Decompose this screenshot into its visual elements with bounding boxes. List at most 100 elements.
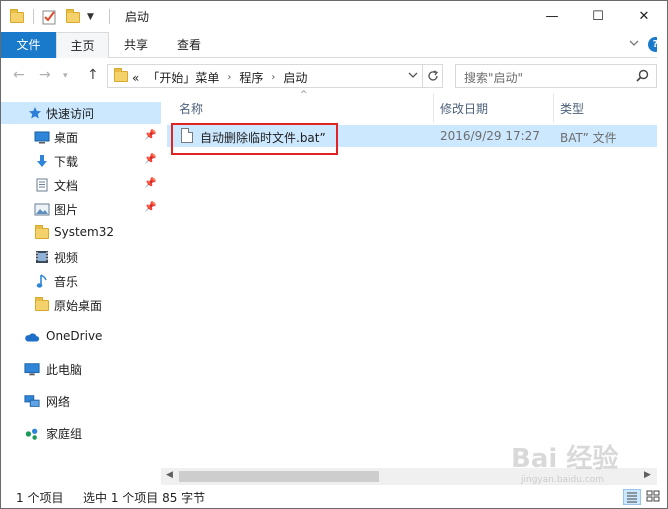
cloud-icon — [24, 330, 40, 344]
desktop-icon — [34, 130, 50, 144]
back-arrow-icon[interactable]: ← — [13, 67, 25, 83]
recent-locations-icon[interactable]: ▾ — [63, 71, 68, 81]
column-header-name[interactable]: 名称 — [179, 100, 203, 117]
new-folder-icon[interactable] — [66, 8, 80, 26]
video-icon — [34, 250, 50, 264]
search-input[interactable]: 搜索"启动" — [455, 64, 657, 88]
nav-item-downloads[interactable]: 下载 📌 — [1, 150, 161, 172]
nav-label: 家庭组 — [46, 427, 83, 441]
picture-icon — [34, 202, 50, 216]
status-bar: 1 个项目 选中 1 个项目 85 字节 — [1, 486, 667, 508]
pin-icon[interactable]: 📌 — [144, 202, 156, 213]
nav-label: 快速访问 — [46, 107, 95, 121]
column-divider[interactable] — [433, 94, 434, 122]
network-icon — [24, 394, 40, 408]
nav-item-this-pc[interactable]: 此电脑 — [1, 358, 161, 380]
folder-icon — [34, 296, 50, 312]
chevron-down-icon[interactable] — [629, 38, 639, 51]
nav-label: 下载 — [54, 155, 79, 169]
column-header-type[interactable]: 类型 — [560, 100, 584, 117]
nav-label: 音乐 — [54, 275, 79, 289]
computer-icon — [24, 362, 40, 376]
nav-label: 此电脑 — [46, 363, 83, 377]
file-modified: 2016/9/29 17:27 — [440, 129, 540, 143]
explorer-window: ▼ 启动 — ☐ ✕ 文件 主页 共享 查看 ? ← → ▾ ↑ « 「开始」菜… — [0, 0, 668, 509]
pin-icon[interactable]: 📌 — [144, 178, 156, 189]
close-button[interactable]: ✕ — [621, 1, 667, 31]
star-icon — [27, 106, 43, 120]
highlight-box — [171, 123, 338, 155]
address-bar[interactable]: « 「开始」菜单 › 程序 › 启动 — [107, 64, 423, 88]
vertical-scrollbar[interactable] — [657, 36, 667, 466]
details-view-button[interactable] — [623, 489, 641, 505]
nav-label: 原始桌面 — [54, 299, 103, 313]
sort-ascending-icon: ^ — [300, 90, 308, 100]
folder-icon — [114, 68, 128, 85]
document-icon — [34, 178, 50, 192]
nav-label: 网络 — [46, 395, 71, 409]
nav-item-videos[interactable]: 视频 — [1, 246, 161, 268]
breadcrumb-overflow[interactable]: « — [132, 71, 139, 85]
tab-view[interactable]: 查看 — [163, 32, 215, 58]
download-icon — [34, 154, 50, 168]
chevron-right-icon[interactable]: › — [271, 72, 275, 83]
tab-share[interactable]: 共享 — [111, 32, 161, 58]
column-header-modified[interactable]: 修改日期 — [440, 100, 488, 117]
selection-info: 选中 1 个项目 85 字节 — [83, 491, 206, 505]
maximize-button[interactable]: ☐ — [575, 1, 621, 31]
homegroup-icon — [24, 426, 40, 440]
refresh-button[interactable] — [423, 64, 443, 88]
watermark-url: jingyan.baidu.com — [521, 475, 605, 485]
search-placeholder: 搜索"启动" — [464, 71, 524, 85]
divider — [33, 9, 34, 24]
pin-icon[interactable]: 📌 — [144, 130, 156, 141]
nav-item-documents[interactable]: 文档 📌 — [1, 174, 161, 196]
nav-label: 视频 — [54, 251, 79, 265]
ribbon: 文件 主页 共享 查看 ? — [1, 32, 667, 59]
breadcrumb-programs[interactable]: 程序 — [239, 69, 263, 86]
folder-icon — [10, 8, 24, 26]
scroll-right-icon[interactable]: ▶ — [644, 470, 651, 480]
item-count: 1 个项目 — [16, 491, 64, 505]
tab-home[interactable]: 主页 — [56, 32, 109, 59]
nav-label: 图片 — [54, 203, 79, 217]
search-icon[interactable] — [636, 69, 649, 85]
nav-item-pictures[interactable]: 图片 📌 — [1, 198, 161, 220]
column-divider[interactable] — [553, 94, 554, 122]
nav-label: System32 — [54, 225, 115, 239]
divider — [109, 9, 110, 24]
navigation-bar: ← → ▾ ↑ « 「开始」菜单 › 程序 › 启动 搜索"启动" — [1, 58, 667, 94]
music-icon — [34, 273, 50, 288]
nav-item-system32[interactable]: System32 — [1, 222, 161, 244]
nav-item-onedrive[interactable]: OneDrive — [1, 326, 161, 348]
chevron-down-icon[interactable] — [408, 68, 418, 85]
breadcrumb: « 「开始」菜单 › 程序 › 启动 — [132, 69, 307, 86]
nav-item-desktop[interactable]: 桌面 📌 — [1, 126, 161, 148]
tab-file[interactable]: 文件 — [1, 32, 56, 58]
folder-icon — [34, 224, 50, 240]
nav-quick-access[interactable]: 快速访问 — [1, 102, 161, 124]
properties-icon[interactable] — [41, 8, 57, 26]
breadcrumb-startup[interactable]: 启动 — [283, 69, 307, 86]
pin-icon[interactable]: 📌 — [144, 154, 156, 165]
customize-toolbar-icon[interactable]: ▼ — [87, 8, 94, 26]
nav-label: OneDrive — [46, 329, 103, 343]
window-title: 启动 — [125, 10, 150, 24]
nav-item-music[interactable]: 音乐 — [1, 270, 161, 292]
breadcrumb-start-menu[interactable]: 「开始」菜单 — [147, 69, 219, 86]
minimize-button[interactable]: — — [529, 1, 575, 31]
up-arrow-icon[interactable]: ↑ — [87, 67, 99, 83]
nav-label: 桌面 — [54, 131, 79, 145]
nav-label: 文档 — [54, 179, 79, 193]
scrollbar-thumb[interactable] — [179, 471, 379, 482]
nav-item-homegroup[interactable]: 家庭组 — [1, 422, 161, 444]
chevron-right-icon[interactable]: › — [227, 72, 231, 83]
title-bar: ▼ 启动 — ☐ ✕ — [1, 1, 667, 32]
nav-item-original-desktop[interactable]: 原始桌面 — [1, 294, 161, 316]
forward-arrow-icon[interactable]: → — [39, 67, 51, 83]
scroll-left-icon[interactable]: ◀ — [166, 470, 173, 480]
large-icons-view-button[interactable] — [645, 489, 663, 505]
navigation-pane: 快速访问 桌面 📌 下载 📌 文档 📌 图片 📌 System32 视频 音乐 … — [1, 94, 161, 486]
watermark-logo: Bai 经验 — [511, 444, 619, 474]
nav-item-network[interactable]: 网络 — [1, 390, 161, 412]
